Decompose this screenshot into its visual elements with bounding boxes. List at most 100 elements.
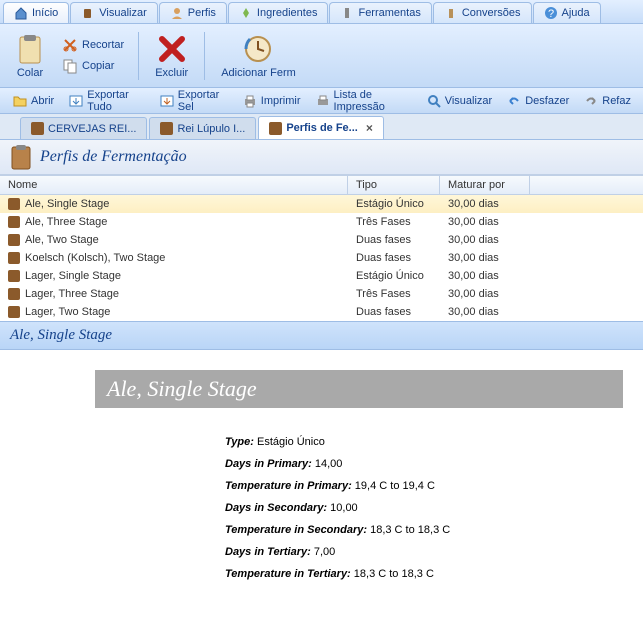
open-button[interactable]: Abrir bbox=[6, 91, 60, 111]
add-ferm-label: Adicionar Ferm bbox=[221, 67, 296, 79]
magnifier-icon bbox=[426, 93, 442, 109]
field-value: 18,3 C to 18,3 C bbox=[367, 524, 450, 536]
cell-tipo: Estágio Único bbox=[348, 269, 440, 283]
cell-maturar: 30,00 dias bbox=[440, 305, 530, 319]
field-value: 7,00 bbox=[311, 546, 335, 558]
cell-tipo: Três Fases bbox=[348, 215, 440, 229]
grid-body: Ale, Single Stage Estágio Único 30,00 di… bbox=[0, 195, 643, 321]
grid-row[interactable]: Lager, Single Stage Estágio Único 30,00 … bbox=[0, 267, 643, 285]
col-header-tipo[interactable]: Tipo bbox=[348, 176, 440, 194]
home-icon bbox=[14, 6, 28, 20]
grid-row[interactable]: Ale, Single Stage Estágio Único 30,00 di… bbox=[0, 195, 643, 213]
tab-conversoes[interactable]: Conversões bbox=[433, 2, 532, 23]
tab-label: Início bbox=[32, 7, 58, 19]
view-header: Perfis de Fermentação bbox=[0, 140, 643, 175]
tab-ingredientes[interactable]: Ingredientes bbox=[228, 2, 329, 23]
field-days-secondary: Days in Secondary: 10,00 bbox=[225, 500, 623, 516]
field-value: 18,3 C to 18,3 C bbox=[351, 568, 434, 580]
beer-icon bbox=[160, 122, 173, 135]
row-icon bbox=[8, 252, 20, 264]
export-sel-button[interactable]: Exportar Sel bbox=[153, 87, 234, 115]
paste-label: Colar bbox=[17, 67, 43, 79]
field-label: Days in Secondary: bbox=[225, 502, 327, 514]
export-all-label: Exportar Tudo bbox=[87, 89, 145, 113]
col-header-nome[interactable]: Nome bbox=[0, 176, 348, 194]
field-value: 10,00 bbox=[327, 502, 358, 514]
delete-button[interactable]: Excluir bbox=[149, 29, 194, 83]
grid-row[interactable]: Koelsch (Kolsch), Two Stage Duas fases 3… bbox=[0, 249, 643, 267]
doc-tab-rei-lupulo[interactable]: Rei Lúpulo I... bbox=[149, 117, 256, 139]
undo-button[interactable]: Desfazer bbox=[500, 91, 575, 111]
cell-nome: Ale, Two Stage bbox=[25, 234, 99, 246]
grid-row[interactable]: Ale, Three Stage Três Fases 30,00 dias bbox=[0, 213, 643, 231]
cell-maturar: 30,00 dias bbox=[440, 197, 530, 211]
doc-tab-label: CERVEJAS REI... bbox=[48, 123, 136, 135]
cell-maturar: 30,00 dias bbox=[440, 251, 530, 265]
open-label: Abrir bbox=[31, 95, 54, 107]
tab-label: Ajuda bbox=[562, 7, 590, 19]
cell-tipo: Três Fases bbox=[348, 287, 440, 301]
cell-maturar: 30,00 dias bbox=[440, 287, 530, 301]
cut-button[interactable]: Recortar bbox=[58, 35, 128, 55]
field-label: Temperature in Tertiary: bbox=[225, 568, 351, 580]
redo-icon bbox=[583, 93, 599, 109]
tab-label: Ingredientes bbox=[257, 7, 318, 19]
grid-row[interactable]: Ale, Two Stage Duas fases 30,00 dias bbox=[0, 231, 643, 249]
row-icon bbox=[8, 288, 20, 300]
grid-row[interactable]: Lager, Two Stage Duas fases 30,00 dias bbox=[0, 303, 643, 321]
copy-button[interactable]: Copiar bbox=[58, 56, 128, 76]
print-list-button[interactable]: Lista de Impressão bbox=[309, 87, 418, 115]
cut-label: Recortar bbox=[82, 39, 124, 51]
field-label: Days in Primary: bbox=[225, 458, 312, 470]
delete-x-icon bbox=[156, 33, 188, 65]
svg-text:?: ? bbox=[547, 8, 553, 20]
field-label: Temperature in Primary: bbox=[225, 480, 352, 492]
field-value: Estágio Único bbox=[254, 436, 325, 448]
redo-button[interactable]: Refaz bbox=[577, 91, 637, 111]
tab-ferramentas[interactable]: Ferramentas bbox=[329, 2, 431, 23]
export-sel-icon bbox=[159, 93, 175, 109]
cell-maturar: 30,00 dias bbox=[440, 269, 530, 283]
field-value: 19,4 C to 19,4 C bbox=[352, 480, 435, 492]
cell-tipo: Duas fases bbox=[348, 251, 440, 265]
print-label: Imprimir bbox=[261, 95, 301, 107]
row-icon bbox=[8, 270, 20, 282]
paste-button[interactable]: Colar bbox=[8, 29, 52, 83]
view-button[interactable]: Visualizar bbox=[420, 91, 499, 111]
export-icon bbox=[68, 93, 84, 109]
tab-label: Conversões bbox=[462, 7, 521, 19]
doc-tab-cervejas[interactable]: CERVEJAS REI... bbox=[20, 117, 147, 139]
ribbon-toolbar: Colar Recortar Copiar Excluir Adicionar … bbox=[0, 24, 643, 88]
tab-perfis[interactable]: Perfis bbox=[159, 2, 227, 23]
export-all-button[interactable]: Exportar Tudo bbox=[62, 87, 151, 115]
cell-nome: Ale, Three Stage bbox=[25, 216, 107, 228]
grid-row[interactable]: Lager, Three Stage Três Fases 30,00 dias bbox=[0, 285, 643, 303]
tab-visualizar[interactable]: Visualizar bbox=[70, 2, 158, 23]
tab-inicio[interactable]: Início bbox=[3, 2, 69, 23]
col-header-maturar[interactable]: Maturar por bbox=[440, 176, 530, 194]
quick-toolbar: Abrir Exportar Tudo Exportar Sel Imprimi… bbox=[0, 88, 643, 114]
beer-icon bbox=[31, 122, 44, 135]
grid-header: Nome Tipo Maturar por bbox=[0, 175, 643, 195]
field-type: Type: Estágio Único bbox=[225, 434, 623, 450]
detail-header: Ale, Single Stage bbox=[0, 321, 643, 350]
clock-icon bbox=[242, 33, 274, 65]
cell-tipo: Duas fases bbox=[348, 233, 440, 247]
tab-ajuda[interactable]: ? Ajuda bbox=[533, 2, 601, 23]
field-temp-tertiary: Temperature in Tertiary: 18,3 C to 18,3 … bbox=[225, 566, 623, 582]
tab-label: Visualizar bbox=[99, 7, 147, 19]
cell-nome: Lager, Single Stage bbox=[25, 270, 121, 282]
print-button[interactable]: Imprimir bbox=[236, 91, 307, 111]
undo-icon bbox=[506, 93, 522, 109]
doc-tab-label: Rei Lúpulo I... bbox=[177, 123, 245, 135]
row-icon bbox=[8, 234, 20, 246]
copy-icon bbox=[62, 58, 78, 74]
profile-icon bbox=[170, 6, 184, 20]
convert-icon bbox=[444, 6, 458, 20]
mug-icon bbox=[81, 6, 95, 20]
add-ferm-button[interactable]: Adicionar Ferm bbox=[215, 29, 302, 83]
doc-tab-perfis[interactable]: Perfis de Fe... × bbox=[258, 116, 384, 139]
close-tab-icon[interactable]: × bbox=[366, 121, 373, 135]
cell-tipo: Duas fases bbox=[348, 305, 440, 319]
cell-nome: Ale, Single Stage bbox=[25, 198, 109, 210]
